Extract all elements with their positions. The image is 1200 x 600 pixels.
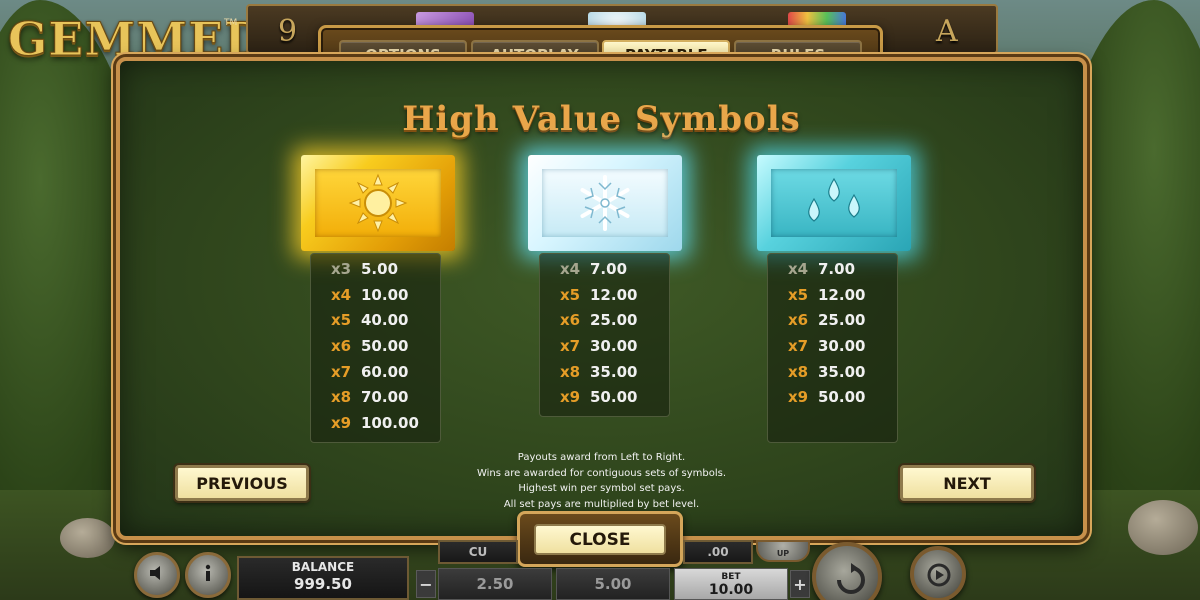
bet-label: BET — [721, 572, 741, 582]
info-button[interactable] — [185, 552, 231, 598]
payout-row: x7 30.00 — [788, 336, 866, 355]
autoplay-icon — [926, 562, 952, 592]
sound-button[interactable] — [134, 552, 180, 598]
autoplay-button[interactable] — [910, 546, 966, 600]
previous-button[interactable]: PREVIOUS — [175, 465, 309, 501]
next-button[interactable]: NEXT — [900, 465, 1034, 501]
hud-label-partial-left: CU — [438, 540, 518, 564]
reel-symbol-9: 9 — [278, 14, 298, 49]
bet-option[interactable]: 2.50 — [438, 568, 552, 600]
snowflake-gem-symbol — [528, 155, 682, 251]
payout-row: x3 5.00 — [331, 259, 399, 278]
bet-selected[interactable]: BET 10.00 — [674, 568, 788, 600]
water-drops-payouts: x4 7.00 x5 12.00 x6 25.00 x7 30.00 x8 35.00 x… — [767, 253, 898, 443]
up-button[interactable]: UP — [756, 540, 810, 562]
paytable-panel: High Value Symbols x3 5.00 x4 10.00 x5 4… — [116, 57, 1087, 540]
payout-row: x9 50.00 — [788, 388, 866, 407]
bet-value: 10.00 — [708, 582, 754, 598]
payout-row: x4 10.00 — [331, 285, 409, 304]
spin-arrows-icon — [834, 563, 868, 600]
payout-row: x5 12.00 — [560, 285, 638, 304]
balance-label: BALANCE — [291, 560, 355, 574]
sun-payouts: x3 5.00 x4 10.00 x5 40.00 x6 50.00 x7 60.00 x… — [310, 253, 441, 443]
payout-row: x8 35.00 — [788, 362, 866, 381]
info-line: Payouts award from Left to Right. — [517, 452, 686, 463]
paytable-title: High Value Symbols — [402, 99, 801, 139]
payout-row: x6 25.00 — [560, 311, 638, 330]
sun-gem-symbol — [301, 155, 455, 251]
hud-label-partial-right: .00 — [683, 540, 753, 564]
payout-row: x5 40.00 — [331, 311, 409, 330]
payout-row: x6 25.00 — [788, 311, 866, 330]
balance-display: BALANCE 999.50 — [237, 556, 409, 600]
payout-row: x8 35.00 — [560, 362, 638, 381]
bet-decrease-button[interactable]: − — [416, 570, 436, 598]
bet-increase-button[interactable]: + — [790, 570, 810, 598]
info-icon — [198, 563, 218, 587]
speaker-icon — [147, 563, 167, 587]
bottom-hud: BALANCE 999.50 CU .00 − 2.50 5.00 BET 10… — [0, 540, 1200, 600]
payout-row: x9 100.00 — [331, 413, 419, 432]
payout-row: x7 60.00 — [331, 362, 409, 381]
payout-row: x9 50.00 — [560, 388, 638, 407]
snowflake-payouts: x4 7.00 x5 12.00 x6 25.00 x7 30.00 x8 35.00 x… — [539, 253, 670, 417]
bet-option[interactable]: 5.00 — [556, 568, 670, 600]
payout-row: x7 30.00 — [560, 336, 638, 355]
balance-value: 999.50 — [294, 575, 352, 593]
payout-row: x5 12.00 — [788, 285, 866, 304]
water-drops-gem-symbol — [757, 155, 911, 251]
spin-button[interactable] — [812, 542, 882, 600]
payout-row: x8 70.00 — [331, 388, 409, 407]
payout-row: x4 7.00 — [560, 259, 628, 278]
logo-trademark: TM — [224, 18, 238, 28]
payout-row: x6 50.00 — [331, 336, 409, 355]
payout-row: x4 7.00 — [788, 259, 856, 278]
reel-symbol-a: A — [936, 14, 958, 49]
